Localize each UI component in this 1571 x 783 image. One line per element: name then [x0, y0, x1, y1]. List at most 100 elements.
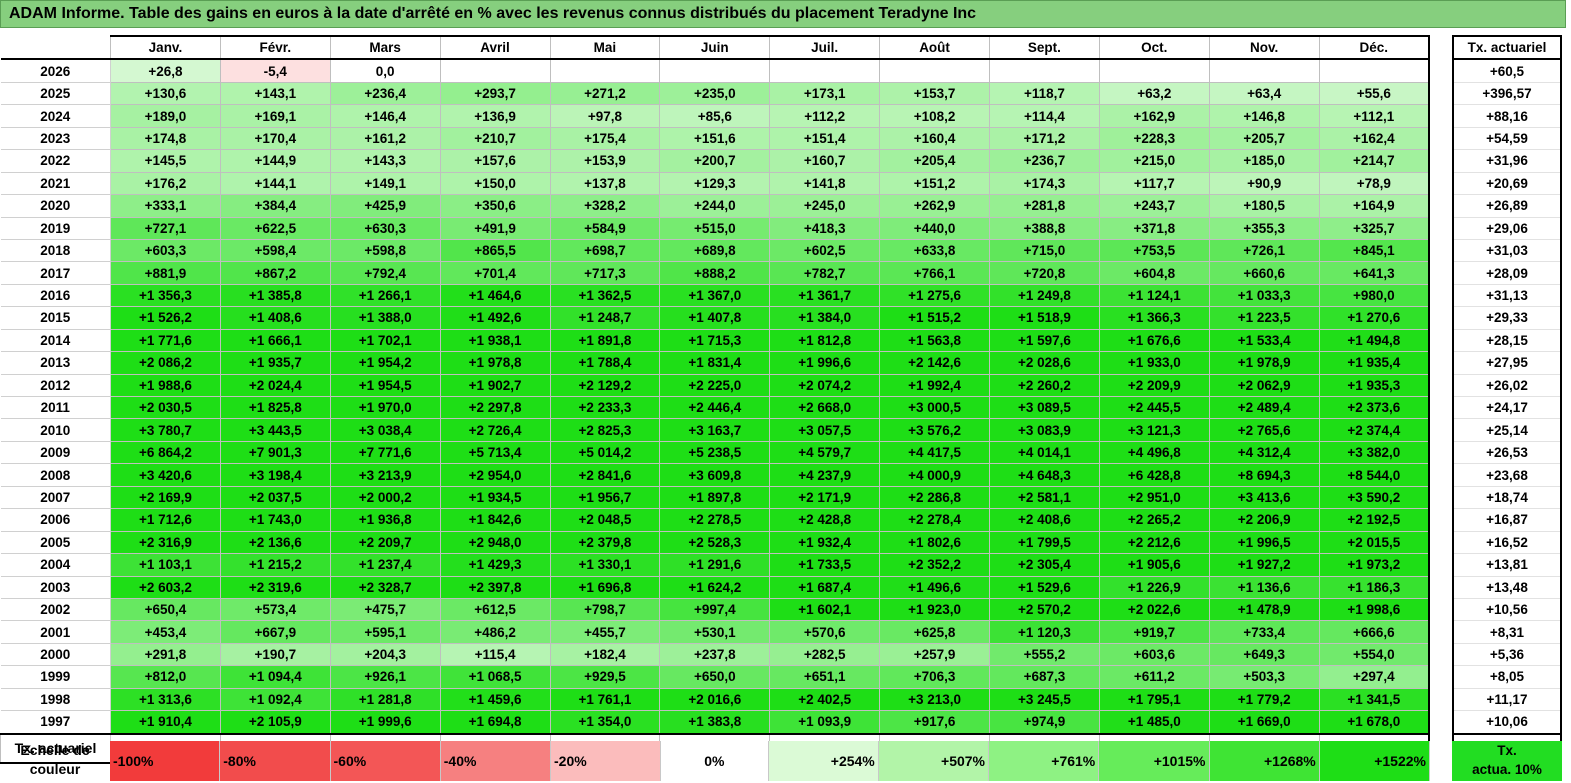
year-row: 2010 +3 780,7 +3 443,5 +3 038,4 +2 726,4 +2 8…: [0, 418, 1430, 442]
gain-cell: +440,0: [879, 216, 990, 240]
color-scale-label-line1: Echelle de: [20, 742, 90, 758]
annual-rate-row: +28,09: [1452, 261, 1562, 285]
year-row: 2025 +130,6 +143,1 +236,4 +293,7 +271,2 +235,0…: [0, 81, 1430, 106]
year-row: 2001 +453,4 +667,9 +595,1 +486,2 +455,7 +530,1…: [0, 620, 1430, 644]
gain-cell: +1 226,9: [1098, 575, 1210, 599]
gain-cell: +1 563,8: [879, 328, 990, 353]
annual-rate-cell: +16,52: [1452, 531, 1562, 555]
gain-cell: +2 668,0: [769, 395, 881, 420]
year-label: 1998: [0, 687, 111, 712]
gain-cell: +867,2: [219, 261, 331, 285]
gain-cell: +660,6: [1208, 261, 1320, 285]
annual-rate-cell: +27,95: [1452, 351, 1562, 375]
gain-cell: +1 383,8: [659, 710, 771, 735]
gain-cell: +2 015,5: [1318, 530, 1430, 555]
annual-rate-row: +31,03: [1452, 239, 1562, 263]
gain-cell: +491,9: [439, 216, 551, 240]
year-label: 2021: [0, 171, 111, 196]
gain-cell: +293,7: [439, 81, 551, 106]
annual-rate-row: +29,33: [1452, 306, 1562, 330]
gain-cell: +611,2: [1098, 665, 1210, 689]
gain-cell: +85,6: [659, 104, 771, 128]
annual-rate-cell: +8,05: [1452, 665, 1562, 689]
gain-cell: +153,9: [549, 149, 661, 173]
legend-swatch: +254%: [768, 741, 879, 781]
year-label: 2011: [0, 395, 111, 420]
gain-cell: +160,4: [879, 126, 990, 151]
gain-cell: [659, 58, 771, 83]
year-row: 2008 +3 420,6 +3 198,4 +3 213,9 +2 954,0 +2 8…: [0, 463, 1430, 487]
gain-cell: +7 901,3: [219, 440, 331, 465]
gain-cell: +2 142,6: [879, 351, 990, 375]
gain-cell: +2 328,7: [329, 575, 441, 599]
gain-cell: +190,7: [219, 642, 331, 667]
gain-cell: +112,2: [769, 104, 881, 128]
year-label: 2009: [0, 440, 111, 465]
year-label: 2012: [0, 373, 111, 398]
gain-cell: +1 954,2: [329, 351, 441, 375]
annual-rate-row: +20,69: [1452, 172, 1562, 196]
gain-cell: +2 030,5: [110, 395, 221, 420]
legend-swatch: +507%: [878, 741, 989, 781]
gain-cell: +1 712,6: [110, 508, 221, 532]
gain-cell: +2 352,2: [879, 553, 990, 577]
gain-cell: +1 356,3: [110, 283, 221, 308]
gain-cell: +2 225,0: [659, 373, 771, 398]
gain-cell: +3 382,0: [1318, 440, 1430, 465]
gain-cell: +1 248,7: [549, 306, 661, 330]
gain-cell: +1 934,5: [439, 485, 551, 510]
gain-cell: +733,4: [1208, 620, 1320, 644]
gain-cell: +3 245,5: [989, 687, 1100, 712]
gain-cell: +1 802,6: [879, 530, 990, 555]
gain-cell: +1 978,9: [1208, 351, 1320, 375]
year-label: 2025: [0, 81, 111, 106]
gain-cell: +1 341,5: [1318, 687, 1430, 712]
gain-cell: +3 121,3: [1098, 418, 1210, 442]
gain-cell: +2 233,3: [549, 395, 661, 420]
gain-cell: +1 367,0: [659, 283, 771, 308]
gain-cell: +1 687,4: [769, 575, 881, 599]
gain-cell: +1 515,2: [879, 306, 990, 330]
gain-cell: +650,4: [110, 597, 221, 622]
year-label: 2008: [0, 463, 111, 487]
annual-rate-row: +31,13: [1452, 284, 1562, 308]
annual-rate-cell: +23,68: [1452, 463, 1562, 487]
gain-cell: +418,3: [769, 216, 881, 240]
gain-cell: +1 696,8: [549, 575, 661, 599]
gain-cell: +151,4: [769, 126, 881, 151]
gain-cell: +625,8: [879, 620, 990, 644]
gain-cell: +2 062,9: [1208, 373, 1320, 398]
gain-cell: +2 402,5: [769, 687, 881, 712]
gain-cell: +78,9: [1318, 171, 1430, 196]
year-row: 2023 +174,8 +170,4 +161,2 +210,7 +175,4 +151,6…: [0, 126, 1430, 151]
gain-cell: +144,9: [219, 149, 331, 173]
gain-cell: +2 951,0: [1098, 485, 1210, 510]
gain-cell: +1 715,3: [659, 328, 771, 353]
annual-rate-row: +29,06: [1452, 217, 1562, 240]
annual-rate-row: +18,74: [1452, 486, 1562, 510]
gain-cell: +1 970,0: [329, 395, 441, 420]
gain-cell: +503,3: [1208, 665, 1320, 689]
gain-cell: +812,0: [110, 665, 221, 689]
gain-cell: +170,4: [219, 126, 331, 151]
annual-rate-row: +8,31: [1452, 620, 1562, 644]
year-label: 2024: [0, 104, 111, 128]
gain-cell: +630,3: [329, 216, 441, 240]
year-label: 2020: [0, 194, 111, 218]
gain-cell: +176,2: [110, 171, 221, 196]
gain-cell: +1 103,1: [110, 553, 221, 577]
annual-rate-cell: +396,57: [1452, 82, 1562, 106]
gain-cell: +2 305,4: [989, 553, 1100, 577]
gain-cell: +3 780,7: [110, 418, 221, 442]
gain-cell: +1 362,5: [549, 283, 661, 308]
gain-cell: +2 841,6: [549, 463, 661, 487]
gain-cell: +2 528,3: [659, 530, 771, 555]
year-row: 2013 +2 086,2 +1 935,7 +1 954,2 +1 978,8 +1 7…: [0, 351, 1430, 375]
month-header: Mai: [549, 34, 661, 61]
gain-cell: +2 825,3: [549, 418, 661, 442]
year-label: 2026: [0, 58, 111, 83]
legend-swatch: +1268%: [1209, 741, 1320, 781]
gain-cell: +2 265,2: [1098, 508, 1210, 532]
gain-cell: +2 489,4: [1208, 395, 1320, 420]
gain-cell: +2 206,9: [1208, 508, 1320, 532]
